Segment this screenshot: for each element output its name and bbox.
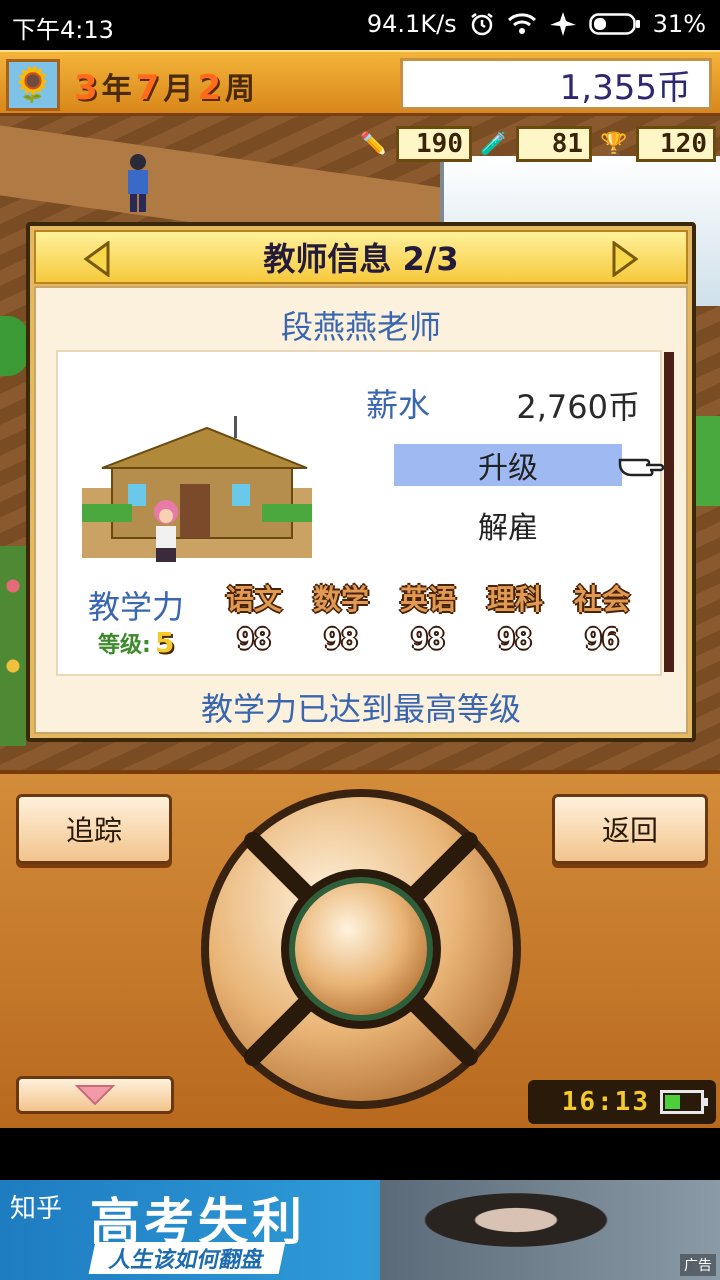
airplane-icon bbox=[549, 12, 576, 36]
score-science: 98 bbox=[498, 622, 532, 655]
triangle-down-icon bbox=[75, 1085, 115, 1106]
ad-photo bbox=[380, 1180, 720, 1280]
menu-toggle-button[interactable] bbox=[16, 1076, 174, 1114]
battery-fill bbox=[665, 1095, 681, 1109]
pencil-count: 190 bbox=[396, 126, 472, 162]
money-display: 1,355币 bbox=[400, 58, 712, 110]
salary-label: 薪水 bbox=[366, 386, 431, 424]
subject-math: 数学 bbox=[312, 583, 369, 616]
teacher-name: 段燕燕老师 bbox=[280, 308, 441, 346]
pointing-hand-icon bbox=[618, 458, 665, 477]
dialog-header: 教师信息 2/3 bbox=[34, 230, 688, 284]
score-math: 98 bbox=[324, 622, 358, 655]
panel-scrollbar[interactable] bbox=[664, 352, 674, 672]
subject-science: 理科 bbox=[486, 583, 543, 616]
prev-arrow-icon[interactable] bbox=[82, 241, 112, 277]
ad-tag: 广告 bbox=[680, 1254, 716, 1276]
date-week: 2 bbox=[197, 68, 222, 108]
scene-flowers bbox=[0, 546, 26, 746]
ad-brand: 知乎 bbox=[10, 1194, 63, 1224]
date-month: 7 bbox=[135, 68, 160, 108]
battery-percent: 31% bbox=[652, 10, 706, 38]
level-value: 5 bbox=[154, 626, 175, 659]
status-bar: 下午4:13 94.1K/s 31% bbox=[0, 0, 720, 50]
date-week-unit: 周 bbox=[225, 72, 256, 107]
ad-banner[interactable]: 知乎 高考失利 人生该如何翻盘 广告 bbox=[0, 1180, 720, 1280]
scene-bush bbox=[0, 316, 28, 376]
game-controller: 追踪 返回 16:13 bbox=[0, 770, 720, 1128]
score-english: 98 bbox=[411, 622, 445, 655]
max-level-note: 教学力已达到最高等级 bbox=[200, 690, 521, 728]
flask-count: 81 bbox=[516, 126, 592, 162]
level-indicator: 等级: 5 bbox=[98, 626, 174, 659]
teacher-house-illustration bbox=[82, 416, 312, 562]
score-chinese: 98 bbox=[237, 622, 271, 655]
subject-english: 英语 bbox=[399, 583, 456, 616]
pencil-icon: ✏️ bbox=[360, 131, 388, 157]
score-society: 96 bbox=[585, 622, 619, 655]
status-time: 下午4:13 bbox=[12, 16, 114, 44]
flask-icon: 🧪 bbox=[480, 131, 508, 157]
trophy-count: 120 bbox=[636, 126, 716, 162]
status-right: 94.1K/s 31% bbox=[367, 10, 706, 38]
battery-icon bbox=[588, 13, 640, 35]
subject-chinese: 语文 bbox=[225, 583, 282, 616]
clock-time: 16:13 bbox=[561, 1087, 650, 1117]
level-label: 等级: bbox=[98, 632, 151, 658]
next-arrow-icon[interactable] bbox=[610, 241, 640, 277]
trophy-icon: 🏆 bbox=[600, 131, 628, 157]
game-clock: 16:13 bbox=[528, 1080, 716, 1124]
resource-bar: ✏️ 190 🧪 81 🏆 120 bbox=[354, 124, 720, 164]
net-speed: 94.1K/s bbox=[366, 10, 457, 38]
dialog-title: 教师信息 2/3 bbox=[263, 240, 459, 278]
teaching-power-label: 教学力 bbox=[88, 588, 185, 626]
date-year-unit: 年 bbox=[101, 72, 132, 107]
track-button[interactable]: 追踪 bbox=[16, 794, 172, 864]
alarm-icon bbox=[470, 13, 493, 36]
dialog-body: 段燕燕老师 薪水 2,760币 升级 解雇 教学力 等级: 5 语文 数学 英语… bbox=[34, 286, 688, 734]
directional-pad[interactable] bbox=[196, 784, 526, 1114]
date-month-unit: 月 bbox=[163, 72, 194, 107]
game-date: 3 年 7 月 2 周 bbox=[74, 64, 255, 108]
salary-value: 2,760币 bbox=[516, 388, 640, 426]
date-year: 3 bbox=[74, 68, 98, 108]
student-sprite bbox=[128, 154, 148, 212]
game-header: 🌻 3 年 7 月 2 周 1,355币 bbox=[0, 50, 720, 116]
scene-bush bbox=[694, 416, 720, 506]
back-button[interactable]: 返回 bbox=[552, 794, 708, 864]
game-battery-icon bbox=[660, 1090, 708, 1114]
sunflower-icon[interactable]: 🌻 bbox=[6, 59, 60, 111]
upgrade-button[interactable]: 升级 bbox=[394, 444, 622, 486]
ad-subtitle: 人生该如何翻盘 bbox=[88, 1242, 286, 1274]
teacher-panel: 薪水 2,760币 升级 解雇 教学力 等级: 5 语文 数学 英语 理科 社会… bbox=[56, 350, 665, 676]
fire-button[interactable]: 解雇 bbox=[394, 504, 622, 546]
subject-society: 社会 bbox=[573, 583, 630, 616]
teacher-info-dialog: 教师信息 2/3 段燕燕老师 薪水 2,760币 升级 解雇 教学力 等级: 5… bbox=[26, 222, 696, 742]
wifi-icon bbox=[507, 13, 536, 34]
